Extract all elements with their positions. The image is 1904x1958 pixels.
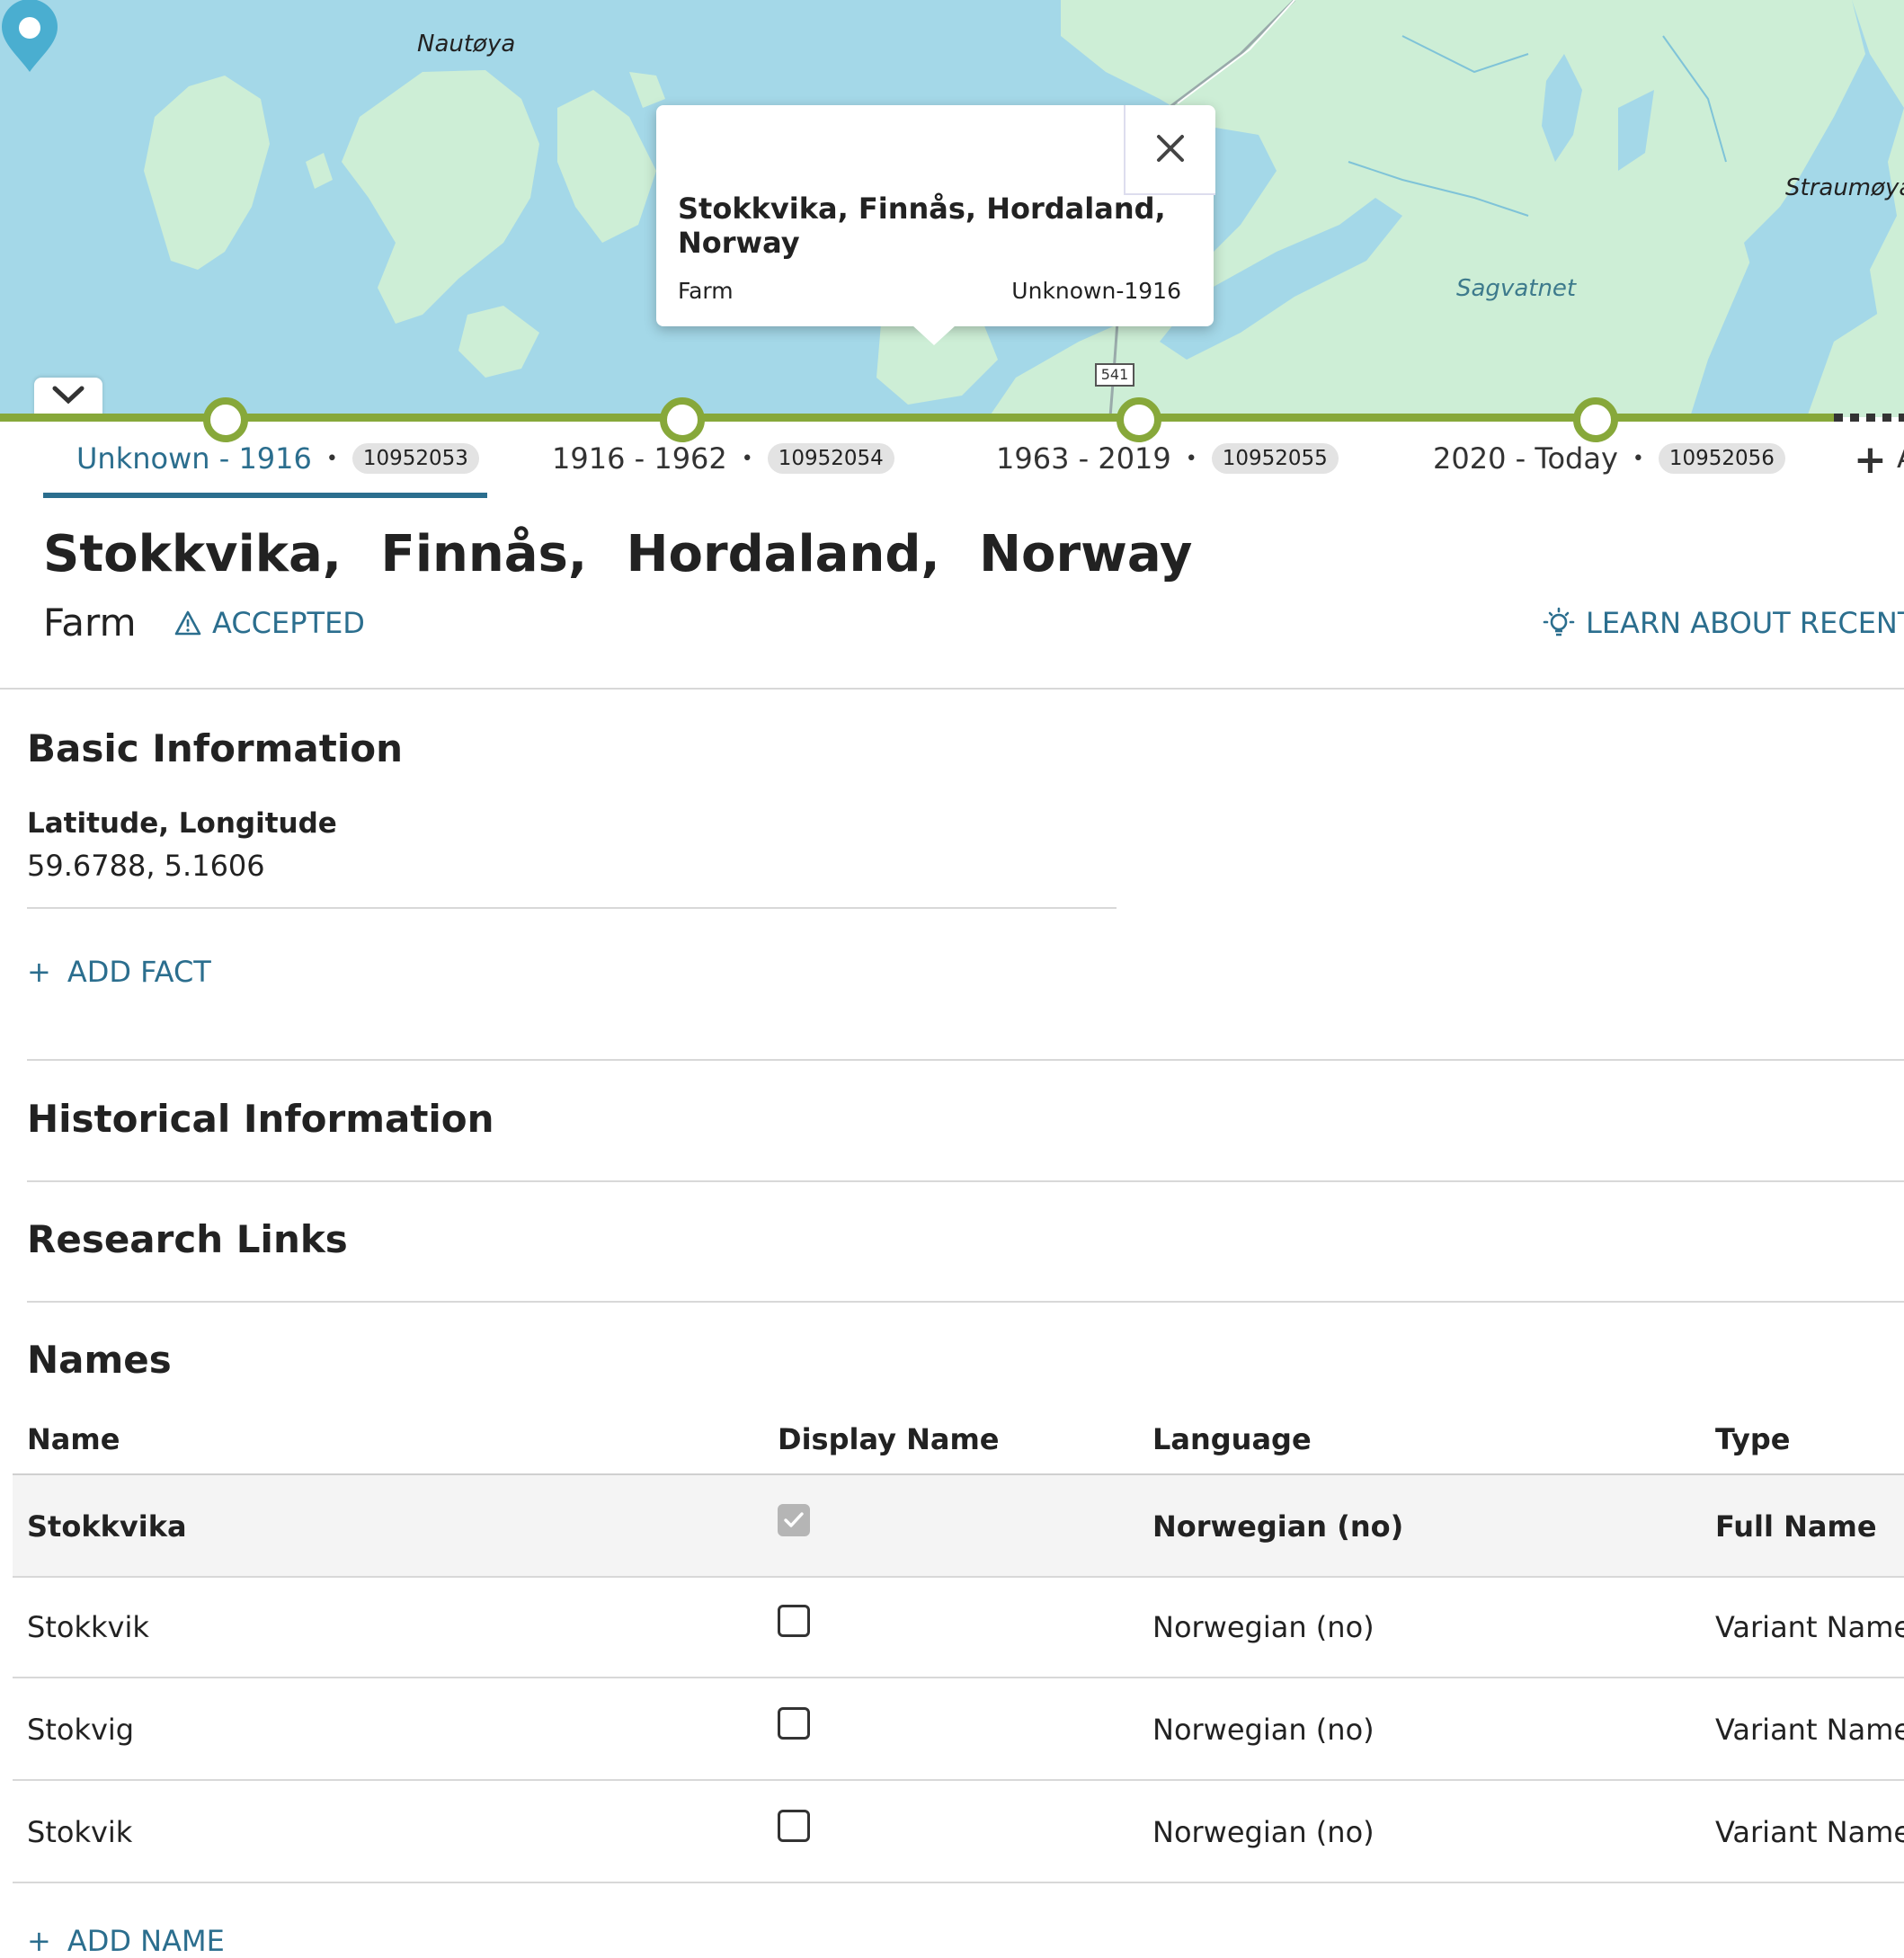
- name-cell: Stokkvika: [27, 1509, 187, 1544]
- add-name-label: ADD NAME: [67, 1924, 225, 1958]
- timeline-tab-id: 10952056: [1658, 443, 1785, 474]
- page-title: Stokkvika, Finnås, Hordaland, Norway: [43, 525, 1193, 583]
- timeline-tab-label: Unknown - 1916: [76, 441, 312, 476]
- separator-dot: •: [1632, 447, 1644, 470]
- timeline-tab-id: 10952053: [351, 443, 479, 474]
- column-header-display-name: Display Name: [778, 1422, 1000, 1456]
- timeline-node[interactable]: [1573, 397, 1618, 442]
- section-title-basic-information: Basic Information: [27, 726, 403, 770]
- checkmark-icon: [784, 1512, 804, 1527]
- language-cell: Norwegian (no): [1152, 1610, 1375, 1644]
- language-cell: Norwegian (no): [1152, 1713, 1375, 1747]
- divider: [0, 688, 1904, 690]
- timeline-tab-id: 10952055: [1211, 443, 1339, 474]
- display-name-checkbox[interactable]: [778, 1605, 810, 1637]
- popup-close-button[interactable]: [1124, 105, 1215, 195]
- timeline-track: [0, 414, 1834, 422]
- divider: [27, 1180, 1904, 1182]
- timeline-tab-1963-2019[interactable]: 1963 - 2019 • 10952055: [996, 439, 1339, 478]
- display-name-checkbox[interactable]: [778, 1810, 810, 1842]
- timeline-tab-2020-today[interactable]: 2020 - Today • 10952056: [1433, 439, 1785, 478]
- plus-icon: +: [27, 955, 51, 989]
- section-title-research-links[interactable]: Research Links: [27, 1217, 348, 1261]
- table-row[interactable]: Stokkvika Norwegian (no) Full Name: [13, 1473, 1904, 1578]
- type-cell: Variant Name: [1715, 1713, 1904, 1747]
- lightbulb-icon: [1543, 607, 1575, 636]
- status-badge[interactable]: ACCEPTED: [174, 606, 365, 640]
- map-label-nautoya: Nautøya: [417, 31, 516, 58]
- timeline-continuation: [1834, 414, 1904, 422]
- timeline-tab-label: 1916 - 1962: [552, 441, 727, 476]
- plus-icon[interactable]: +: [1854, 437, 1887, 483]
- timeline-tab-id: 10952054: [767, 443, 894, 474]
- timeline-node[interactable]: [660, 397, 705, 442]
- display-name-checkbox[interactable]: [778, 1707, 810, 1740]
- language-cell: Norwegian (no): [1152, 1815, 1375, 1849]
- table-row[interactable]: Stokvig Norwegian (no) Variant Name: [13, 1678, 1904, 1781]
- section-title-historical-information[interactable]: Historical Information: [27, 1097, 494, 1141]
- timeline-tab-label: 2020 - Today: [1433, 441, 1618, 476]
- add-fact-button[interactable]: + ADD FACT: [27, 955, 211, 989]
- separator-dot: •: [741, 447, 753, 470]
- add-name-button[interactable]: + ADD NAME: [27, 1924, 225, 1958]
- plus-icon: +: [27, 1924, 51, 1958]
- type-cell: Variant Name: [1715, 1815, 1904, 1849]
- table-row[interactable]: Stokkvik Norwegian (no) Variant Name: [13, 1576, 1904, 1678]
- divider: [27, 907, 1117, 909]
- timeline-node[interactable]: [203, 397, 248, 442]
- field-value: 59.6788, 5.1606: [27, 849, 265, 883]
- name-cell: Stokkvik: [27, 1610, 149, 1644]
- separator-dot: •: [325, 447, 338, 470]
- chevron-down-icon: [52, 386, 85, 405]
- map-label-sagvatnet: Sagvatnet: [1456, 275, 1577, 302]
- language-cell: Norwegian (no): [1152, 1509, 1404, 1544]
- timeline-add-label[interactable]: A: [1897, 441, 1904, 475]
- place-type: Farm: [43, 601, 137, 645]
- type-cell: Full Name: [1715, 1509, 1877, 1544]
- active-tab-indicator: [43, 493, 487, 498]
- section-title-names: Names: [27, 1338, 172, 1382]
- location-pin-icon[interactable]: [0, 0, 59, 74]
- close-icon: [1157, 135, 1184, 162]
- learn-link-text: LEARN ABOUT RECENT: [1586, 606, 1904, 640]
- popup-range: Unknown-1916: [1011, 278, 1181, 304]
- name-cell: Stokvik: [27, 1815, 133, 1849]
- timeline-tab-unknown-1916[interactable]: Unknown - 1916 • 10952053: [76, 439, 479, 478]
- separator-dot: •: [1185, 447, 1197, 470]
- add-fact-label: ADD FACT: [67, 955, 211, 989]
- column-header-name: Name: [27, 1422, 120, 1456]
- table-row[interactable]: Stokvik Norwegian (no) Variant Name: [13, 1781, 1904, 1883]
- learn-about-recent-link[interactable]: LEARN ABOUT RECENT: [1543, 606, 1904, 640]
- field-label: Latitude, Longitude: [27, 807, 337, 840]
- timeline-tab-label: 1963 - 2019: [996, 441, 1171, 476]
- timeline-tab-1916-1962[interactable]: 1916 - 1962 • 10952054: [552, 439, 894, 478]
- popup-title: Stokkvika, Finnås, Hordaland, Norway: [678, 191, 1166, 260]
- status-text: ACCEPTED: [212, 606, 365, 640]
- divider: [27, 1301, 1904, 1303]
- road-shield: 541: [1095, 363, 1134, 387]
- name-cell: Stokvig: [27, 1713, 135, 1747]
- divider: [27, 1059, 1904, 1061]
- column-header-type: Type: [1715, 1422, 1791, 1456]
- type-cell: Variant Name: [1715, 1610, 1904, 1644]
- timeline-node[interactable]: [1117, 397, 1161, 442]
- popup-type: Farm: [678, 278, 734, 304]
- column-header-language: Language: [1152, 1422, 1312, 1456]
- map-label-straumoya: Straumøya: [1785, 174, 1904, 201]
- map-popup: Stokkvika, Finnås, Hordaland, Norway Far…: [656, 105, 1215, 326]
- display-name-checkbox[interactable]: [778, 1504, 810, 1536]
- warning-icon: [174, 610, 201, 636]
- popup-arrow: [912, 325, 956, 345]
- collapse-map-button[interactable]: [34, 378, 102, 417]
